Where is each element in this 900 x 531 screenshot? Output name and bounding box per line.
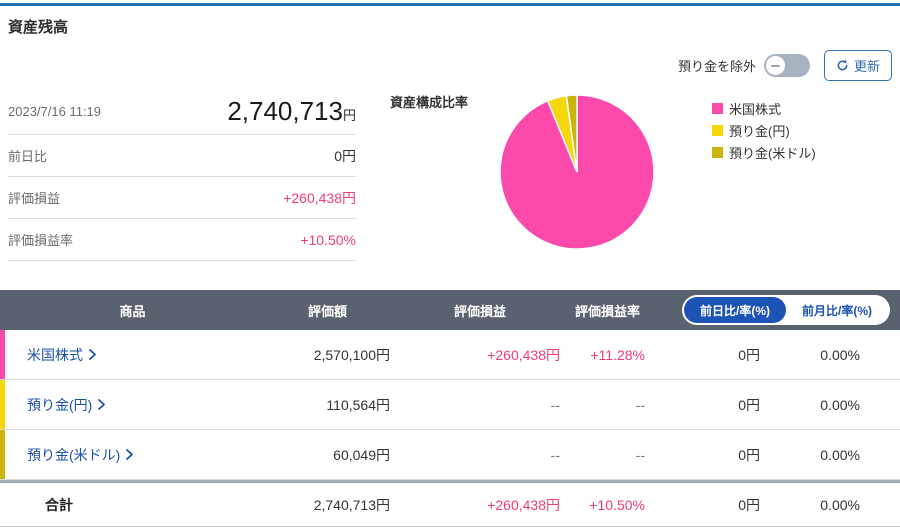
refresh-icon bbox=[836, 59, 849, 72]
day-change-row: 前日比 0円 bbox=[8, 135, 356, 177]
top-accent-line bbox=[0, 3, 900, 6]
pl-rate-value: +10.50% bbox=[300, 231, 356, 248]
minus-icon bbox=[770, 64, 780, 67]
product-name: 預り金(米ドル) bbox=[27, 446, 121, 463]
chevron-right-icon bbox=[98, 399, 106, 410]
period-toggle: 前日比/率(%) 前月比/率(%) bbox=[682, 295, 890, 325]
legend-item-deposit-jpy: 預り金(円) bbox=[712, 121, 816, 140]
as-of-timestamp: 2023/7/16 11:19 bbox=[8, 103, 102, 119]
product-link-deposit-jpy[interactable]: 預り金(円) bbox=[27, 395, 106, 415]
period-toggle-day[interactable]: 前日比/率(%) bbox=[684, 297, 786, 323]
total-pl-rate: +10.50% bbox=[589, 496, 645, 513]
cell-day-change: 0円 bbox=[738, 446, 760, 463]
legend-label-us-stocks: 米国株式 bbox=[729, 102, 782, 117]
refresh-button[interactable]: 更新 bbox=[823, 50, 892, 81]
exclude-deposit-toggle[interactable] bbox=[763, 54, 810, 77]
exclude-deposit-toggle-label: 預り金を除外 bbox=[677, 59, 756, 74]
cell-value: 60,049円 bbox=[333, 446, 390, 463]
col-header-pl: 評価損益 bbox=[453, 303, 506, 319]
cell-value: 110,564円 bbox=[326, 396, 390, 413]
holdings-table: 商品 評価額 評価損益 評価損益率 前日比/率(%) 前月比/率(%) 米国株式… bbox=[0, 290, 900, 527]
pl-label: 評価損益 bbox=[8, 191, 61, 206]
legend-swatch-us-stocks bbox=[712, 103, 723, 114]
header-controls: 預り金を除外 更新 bbox=[678, 50, 892, 81]
day-change-label: 前日比 bbox=[8, 149, 48, 164]
chevron-right-icon bbox=[126, 449, 134, 460]
product-name: 預り金(円) bbox=[27, 396, 93, 413]
cell-pl: -- bbox=[550, 446, 560, 463]
cell-pl-rate: +11.28% bbox=[590, 346, 645, 363]
table-header-row: 商品 評価額 評価損益 評価損益率 前日比/率(%) 前月比/率(%) bbox=[0, 290, 900, 330]
cell-month-change: 0.00% bbox=[820, 346, 860, 363]
pl-rate-row: 評価損益率 +10.50% bbox=[8, 219, 356, 261]
summary-panel: 2023/7/16 11:19 2,740,713円 前日比 0円 評価損益 +… bbox=[8, 88, 356, 261]
cell-pl-rate: -- bbox=[635, 396, 645, 413]
product-name: 米国株式 bbox=[27, 346, 83, 363]
col-header-product: 商品 bbox=[119, 303, 146, 319]
pie-chart-title: 資産構成比率 bbox=[390, 95, 469, 110]
total-label: 合計 bbox=[45, 496, 73, 513]
pl-rate-label: 評価損益率 bbox=[8, 233, 74, 248]
cell-pl: +260,438円 bbox=[487, 346, 560, 363]
exclude-deposit-toggle-group: 預り金を除外 bbox=[678, 54, 810, 77]
pl-value: +260,438円 bbox=[283, 189, 356, 206]
page-title: 資産残高 bbox=[8, 19, 69, 36]
table-row-us-stocks: 米国株式 2,570,100円 +260,438円 +11.28% 0円 0.0… bbox=[0, 330, 900, 380]
total-value: 2,740,713円 bbox=[313, 496, 390, 513]
legend-item-deposit-usd: 預り金(米ドル) bbox=[712, 143, 816, 162]
chevron-right-icon bbox=[89, 349, 96, 360]
pie-legend: 米国株式 預り金(円) 預り金(米ドル) bbox=[712, 99, 816, 162]
cell-day-change: 0円 bbox=[738, 396, 760, 413]
col-header-pl-rate: 評価損益率 bbox=[574, 303, 640, 319]
legend-item-us-stocks: 米国株式 bbox=[712, 99, 816, 118]
refresh-button-label: 更新 bbox=[853, 59, 880, 74]
period-toggle-month[interactable]: 前月比/率(%) bbox=[786, 297, 888, 323]
pl-row: 評価損益 +260,438円 bbox=[8, 177, 356, 219]
product-link-deposit-usd[interactable]: 預り金(米ドル) bbox=[27, 445, 134, 465]
summary-total-row: 2023/7/16 11:19 2,740,713円 bbox=[8, 88, 356, 135]
legend-swatch-deposit-jpy bbox=[712, 125, 723, 136]
cell-month-change: 0.00% bbox=[820, 446, 860, 463]
cell-pl: -- bbox=[550, 396, 560, 413]
table-total-row: 合計 2,740,713円 +260,438円 +10.50% 0円 0.00% bbox=[0, 483, 900, 527]
total-balance-unit: 円 bbox=[342, 107, 356, 123]
legend-swatch-deposit-usd bbox=[712, 147, 723, 158]
cell-day-change: 0円 bbox=[738, 346, 760, 363]
total-day-change: 0円 bbox=[738, 496, 760, 513]
legend-label-deposit-usd: 預り金(米ドル) bbox=[729, 146, 816, 161]
cell-pl-rate: -- bbox=[635, 446, 645, 463]
total-pl: +260,438円 bbox=[487, 496, 560, 513]
toggle-knob bbox=[765, 56, 785, 75]
col-header-value: 評価額 bbox=[307, 303, 347, 319]
total-month-change: 0.00% bbox=[820, 496, 860, 513]
asset-balance-page: 資産残高 預り金を除外 更新 2023/7/16 11:19 2,740,713… bbox=[0, 0, 900, 531]
cell-month-change: 0.00% bbox=[820, 396, 860, 413]
total-balance-number: 2,740,713 bbox=[227, 95, 343, 126]
day-change-value: 0円 bbox=[334, 147, 356, 164]
product-link-us-stocks[interactable]: 米国株式 bbox=[27, 345, 96, 365]
total-balance: 2,740,713円 bbox=[227, 96, 356, 127]
table-row-deposit-jpy: 預り金(円) 110,564円 -- -- 0円 0.00% bbox=[0, 380, 900, 430]
legend-label-deposit-jpy: 預り金(円) bbox=[729, 124, 790, 139]
asset-pie-chart bbox=[499, 94, 655, 250]
table-row-deposit-usd: 預り金(米ドル) 60,049円 -- -- 0円 0.00% bbox=[0, 430, 900, 480]
cell-value: 2,570,100円 bbox=[313, 346, 390, 363]
